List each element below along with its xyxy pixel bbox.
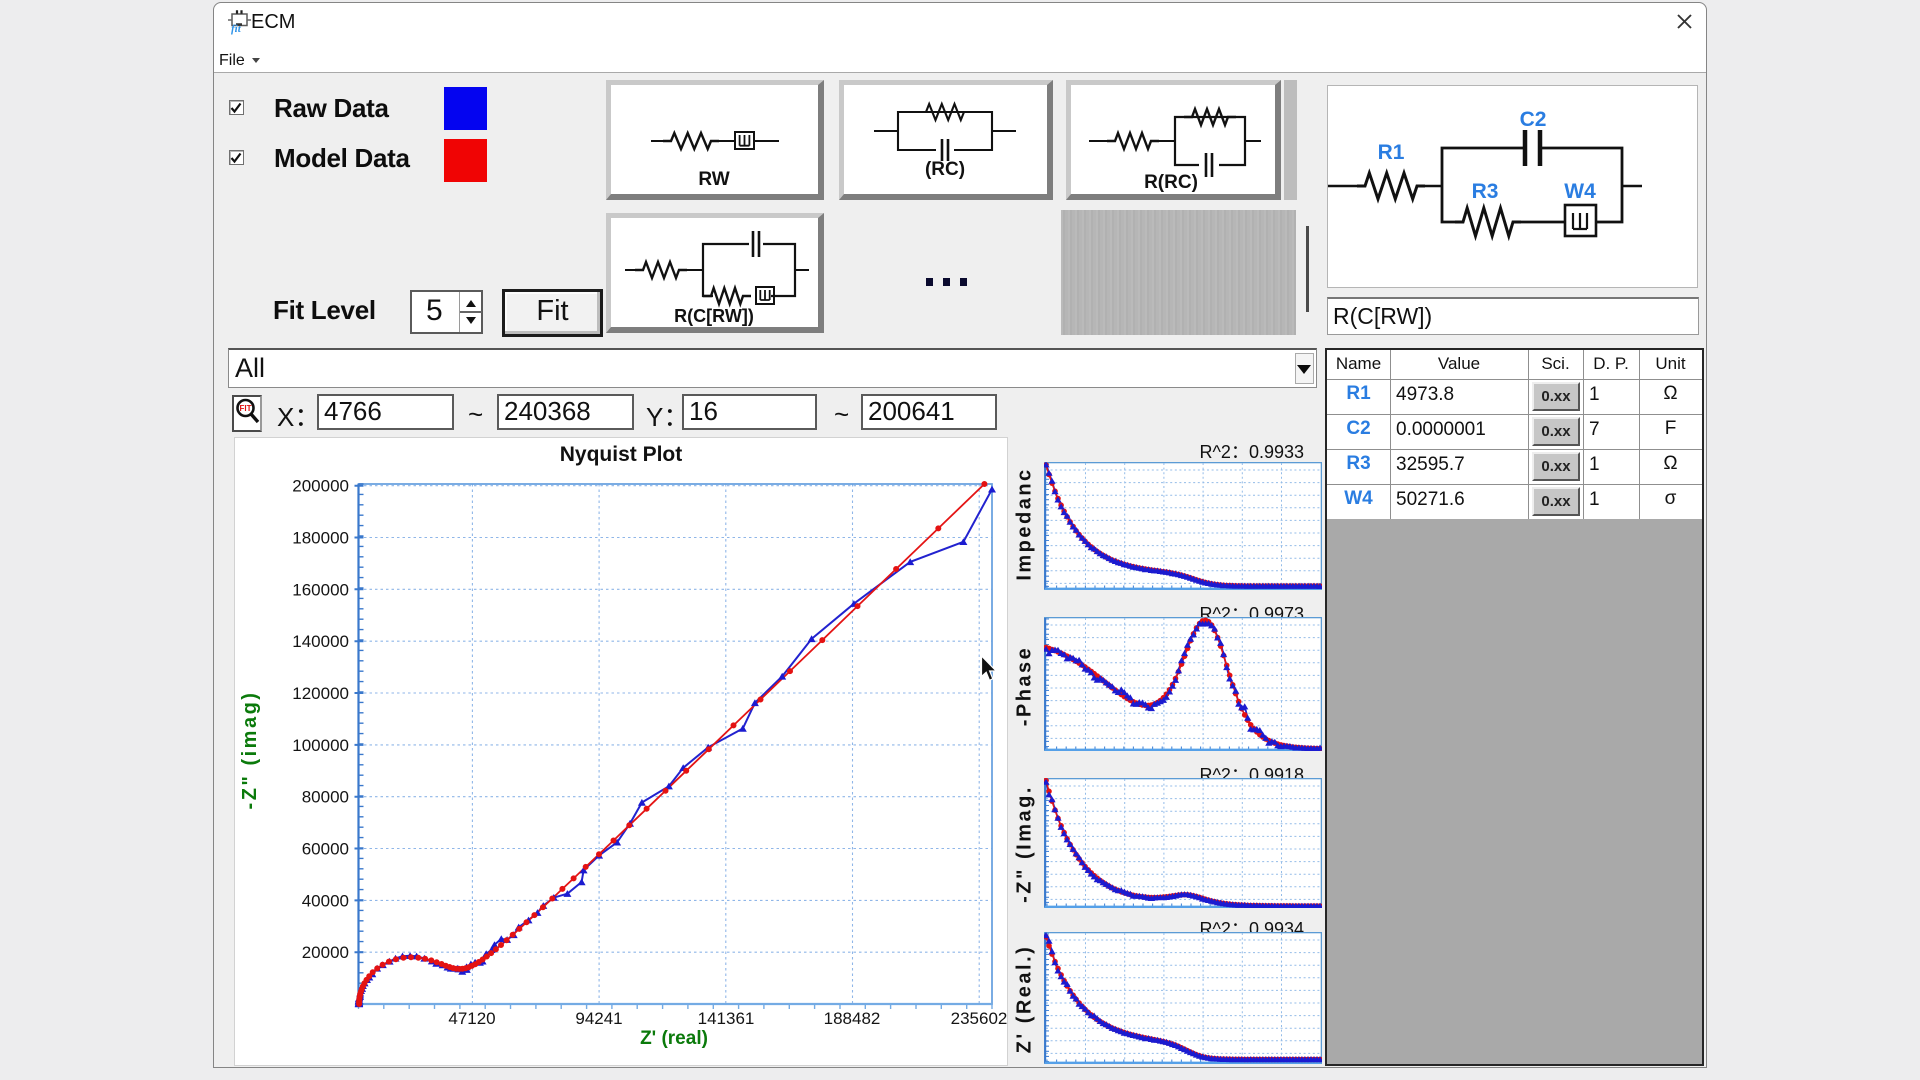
svg-text:20000: 20000 — [302, 943, 349, 962]
svg-text:80000: 80000 — [302, 788, 349, 807]
svg-text:R1: R1 — [1378, 141, 1405, 164]
svg-text:160000: 160000 — [292, 580, 349, 599]
svg-text:RW: RW — [698, 169, 729, 190]
svg-text:47120: 47120 — [448, 1009, 495, 1028]
svg-text:188482: 188482 — [824, 1009, 881, 1028]
svg-text:200000: 200000 — [292, 477, 349, 496]
svg-text:94241: 94241 — [575, 1009, 622, 1028]
svg-text:Z' (real): Z' (real) — [640, 1028, 708, 1049]
svg-text:W4: W4 — [1564, 180, 1596, 203]
svg-text:141361: 141361 — [698, 1009, 755, 1028]
svg-text:180000: 180000 — [292, 529, 349, 548]
svg-text:60000: 60000 — [302, 840, 349, 859]
svg-text:R(C[RW]): R(C[RW]) — [674, 306, 754, 326]
svg-text:R(RC): R(RC) — [1144, 172, 1198, 193]
svg-text:fit: fit — [231, 23, 242, 35]
svg-text:FIT: FIT — [240, 404, 252, 413]
svg-text:R3: R3 — [1472, 180, 1499, 203]
svg-text:-Z" (imag): -Z" (imag) — [239, 691, 261, 810]
svg-text:C2: C2 — [1520, 108, 1547, 131]
svg-text:(RC): (RC) — [925, 159, 965, 180]
svg-text:235602: 235602 — [951, 1009, 1008, 1028]
svg-text:100000: 100000 — [292, 736, 349, 755]
svg-text:120000: 120000 — [292, 684, 349, 703]
svg-text:140000: 140000 — [292, 632, 349, 651]
svg-text:40000: 40000 — [302, 891, 349, 910]
svg-text:Nyquist Plot: Nyquist Plot — [560, 443, 683, 466]
